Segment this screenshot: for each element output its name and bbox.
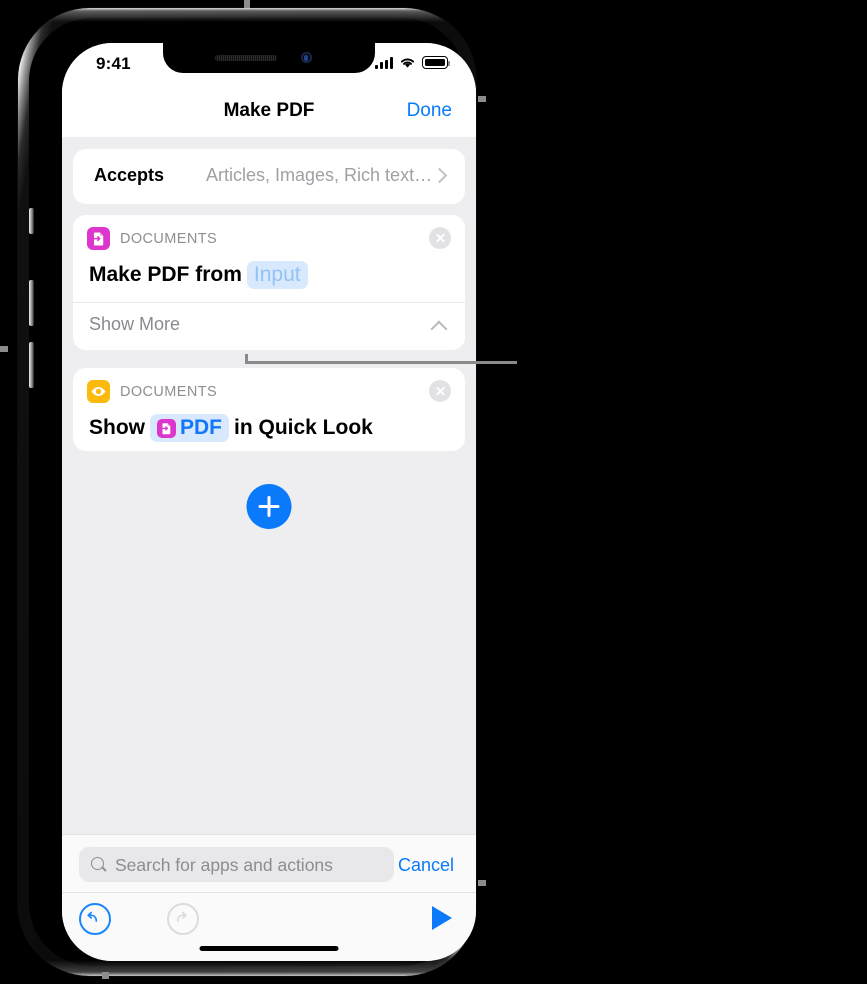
- action-card-header: DOCUMENTS: [87, 227, 217, 250]
- device-notch: [163, 43, 375, 73]
- close-circle-icon[interactable]: [429, 227, 451, 249]
- volume-down-button[interactable]: [29, 342, 34, 388]
- status-indicators: [375, 56, 451, 69]
- chevron-right-icon: [431, 167, 448, 184]
- done-button[interactable]: Done: [407, 100, 452, 122]
- quick-look-eye-icon: [87, 380, 110, 403]
- frame-tick-left: [0, 346, 8, 352]
- close-circle-icon[interactable]: [429, 380, 451, 402]
- wifi-icon: [400, 58, 415, 68]
- cellular-bars-icon: [375, 57, 393, 69]
- phone-screen: 9:41 Make PDF Done Accepts Articles, Ima…: [62, 43, 476, 961]
- frame-tick-bottom: [102, 972, 109, 979]
- undo-icon: [87, 911, 98, 922]
- accepts-row[interactable]: Accepts Articles, Images, Rich text…: [73, 149, 465, 204]
- volume-up-button[interactable]: [29, 280, 34, 326]
- action-category-label: DOCUMENTS: [120, 383, 218, 400]
- accepts-label: Accepts: [94, 165, 165, 185]
- editor-toolbar: [62, 892, 476, 961]
- earpiece-speaker: [215, 55, 277, 61]
- search-bar: Search for apps and actions Cancel: [62, 834, 476, 893]
- pdf-token-label: PDF: [180, 416, 222, 439]
- add-action-button[interactable]: [246, 484, 292, 529]
- navigation-bar: Make PDF Done: [62, 87, 476, 137]
- front-camera: [301, 52, 312, 63]
- action-text-before: Make PDF from: [89, 263, 242, 286]
- run-shortcut-button[interactable]: [432, 906, 452, 930]
- frame-tick-top: [244, 0, 250, 8]
- frame-tick-right: [478, 96, 486, 102]
- show-more-button[interactable]: Show More: [89, 314, 180, 335]
- status-time: 9:41: [96, 54, 131, 73]
- cancel-button[interactable]: Cancel: [398, 855, 454, 876]
- action-category-label: DOCUMENTS: [120, 230, 218, 247]
- card-divider: [73, 302, 465, 303]
- action-text-before: Show: [89, 416, 145, 439]
- search-icon: [91, 857, 104, 870]
- pdf-token[interactable]: PDF: [150, 414, 229, 442]
- silent-switch[interactable]: [29, 208, 34, 234]
- accepts-value: Articles, Images, Rich text…: [206, 165, 433, 185]
- action-card-header: DOCUMENTS: [87, 380, 217, 403]
- action-description: Make PDF from Input: [89, 261, 451, 289]
- input-token[interactable]: Input: [246, 261, 308, 289]
- home-indicator[interactable]: [199, 946, 339, 951]
- pdf-document-icon: [157, 418, 176, 438]
- action-card-quick-look[interactable]: DOCUMENTS Show PDF in Quick Look: [73, 368, 465, 451]
- redo-icon: [176, 911, 187, 922]
- callout-leader-line: [245, 361, 517, 364]
- search-input[interactable]: Search for apps and actions: [79, 847, 394, 882]
- battery-full-icon: [422, 56, 451, 69]
- redo-button[interactable]: [167, 903, 199, 935]
- phone-body: 9:41 Make PDF Done Accepts Articles, Ima…: [29, 18, 476, 966]
- action-text-after: in Quick Look: [234, 416, 373, 439]
- undo-button[interactable]: [79, 903, 111, 935]
- shortcut-editor-content: Accepts Articles, Images, Rich text… DOC…: [62, 137, 476, 835]
- phone-frame: 9:41 Make PDF Done Accepts Articles, Ima…: [18, 8, 476, 976]
- action-description: Show PDF in Quick Look: [89, 414, 451, 442]
- action-card-make-pdf[interactable]: DOCUMENTS Make PDF from Input Show More: [73, 215, 465, 350]
- frame-tick-right-2: [478, 880, 486, 886]
- chevron-up-icon[interactable]: [430, 320, 448, 338]
- make-pdf-document-icon: [87, 227, 110, 250]
- search-placeholder: Search for apps and actions: [115, 855, 333, 875]
